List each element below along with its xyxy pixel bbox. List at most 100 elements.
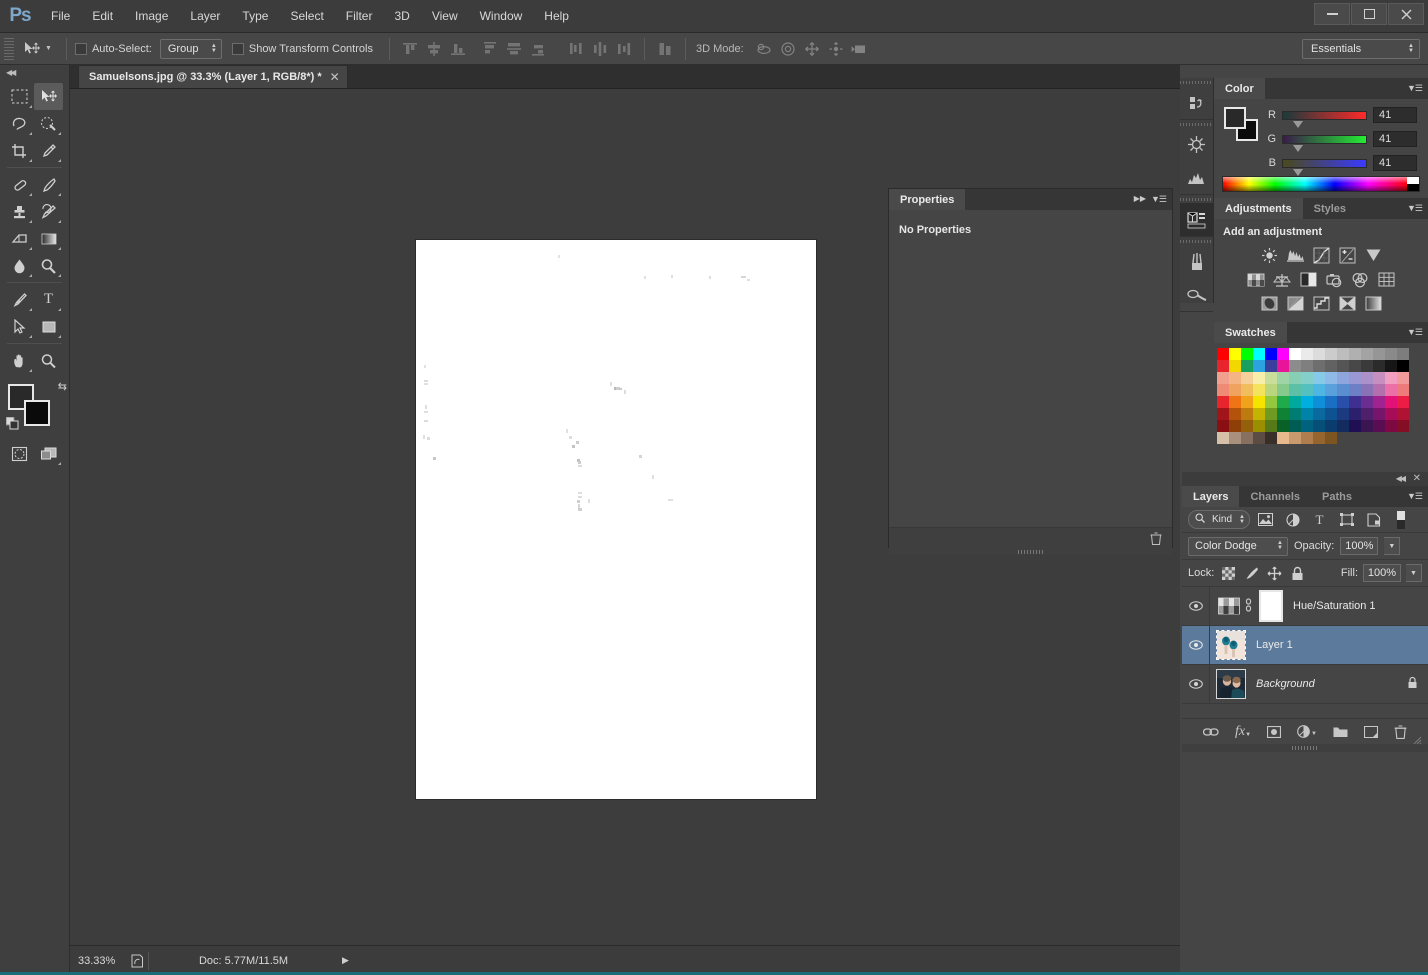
zoom-tool[interactable] [34,347,63,374]
swatch-102[interactable] [1289,420,1301,432]
swatch-89[interactable] [1325,408,1337,420]
swatch-73[interactable] [1325,396,1337,408]
swatch-29[interactable] [1373,360,1385,372]
history-brush-tool[interactable] [34,198,63,225]
swatch-51[interactable] [1253,384,1265,396]
swatch-114[interactable] [1241,432,1253,444]
3d-panel-icon[interactable] [1180,128,1213,161]
color-lookup-icon[interactable] [1375,269,1398,290]
vibrance-icon[interactable] [1362,245,1385,266]
align-horizontal-centers-icon[interactable] [502,38,526,60]
status-expand-arrow-icon[interactable]: ▶ [338,955,349,966]
swatch-70[interactable] [1289,396,1301,408]
mask-link-icon[interactable] [1244,597,1253,615]
swatch-58[interactable] [1337,384,1349,396]
distribute-top-edges-icon[interactable] [564,38,588,60]
layer-name[interactable]: Hue/Saturation 1 [1293,600,1376,612]
swatch-95[interactable] [1397,408,1409,420]
collapse-panels-icon[interactable]: ◀◀ [1396,474,1406,483]
swatch-57[interactable] [1325,384,1337,396]
3d-camera-icon[interactable] [848,38,872,60]
swatch-75[interactable] [1349,396,1361,408]
distribute-vertical-centers-icon[interactable] [588,38,612,60]
swatch-34[interactable] [1241,372,1253,384]
lasso-tool[interactable] [5,110,34,137]
tab-channels[interactable]: Channels [1239,486,1311,507]
levels-icon[interactable] [1284,245,1307,266]
align-top-edges-icon[interactable] [398,38,422,60]
swatch-67[interactable] [1253,396,1265,408]
swatch-99[interactable] [1253,420,1265,432]
swatch-80[interactable] [1217,408,1229,420]
swatch-86[interactable] [1289,408,1301,420]
fill-value[interactable]: 100% [1363,564,1401,582]
swatch-65[interactable] [1229,396,1241,408]
swatch-100[interactable] [1265,420,1277,432]
swatch-62[interactable] [1385,384,1397,396]
tab-color[interactable]: Color [1214,78,1265,99]
layer-thumbnail[interactable] [1216,669,1246,699]
swatch-109[interactable] [1373,420,1385,432]
layer-visibility-toggle[interactable] [1182,586,1210,626]
swatch-72[interactable] [1313,396,1325,408]
lock-position-icon[interactable] [1265,564,1283,582]
swatch-12[interactable] [1361,348,1373,360]
move-tool-icon[interactable] [19,38,45,60]
swatch-121[interactable] [1325,432,1337,444]
swatch-28[interactable] [1361,360,1373,372]
swatch-76[interactable] [1361,396,1373,408]
swatch-94[interactable] [1385,408,1397,420]
swatch-21[interactable] [1277,360,1289,372]
layer-visibility-toggle[interactable] [1182,664,1210,704]
swatch-54[interactable] [1289,384,1301,396]
swatch-118[interactable] [1289,432,1301,444]
resize-grip-icon[interactable] [1413,736,1422,748]
layer-mask-thumbnail[interactable] [1259,590,1283,622]
histogram-panel-icon[interactable] [1180,161,1213,194]
layer-thumbnail[interactable] [1216,630,1246,660]
color-spectrum-ramp[interactable] [1222,176,1420,192]
quick-selection-tool[interactable] [34,110,63,137]
image-canvas[interactable] [416,240,816,799]
swatch-110[interactable] [1385,420,1397,432]
swatch-30[interactable] [1385,360,1397,372]
new-group-icon[interactable] [1333,726,1348,738]
swatch-11[interactable] [1349,348,1361,360]
properties-resize-grip[interactable] [889,548,1172,555]
tab-properties[interactable]: Properties [889,189,966,210]
swatch-20[interactable] [1265,360,1277,372]
swatch-88[interactable] [1313,408,1325,420]
swatch-98[interactable] [1241,420,1253,432]
menu-file[interactable]: File [40,0,81,33]
swatch-6[interactable] [1289,348,1301,360]
add-layer-mask-icon[interactable] [1267,725,1282,738]
exposure-icon[interactable] [1336,245,1359,266]
swatch-74[interactable] [1337,396,1349,408]
collapse-tools-icon[interactable]: ◀◀ [6,68,16,77]
swatch-3[interactable] [1253,348,1265,360]
filter-smart-objects-icon[interactable] [1362,510,1385,530]
black-white-icon[interactable] [1297,269,1320,290]
filter-type-layers-icon[interactable]: T [1308,510,1331,530]
swatch-10[interactable] [1337,348,1349,360]
3d-orbit-icon[interactable] [752,38,776,60]
rail-grip-2[interactable] [1180,120,1213,128]
minimize-button[interactable] [1314,3,1350,25]
rail-grip-3[interactable] [1180,195,1213,203]
panel-menu-icon[interactable]: ▼☰ [1151,194,1167,205]
crop-tool[interactable] [5,137,34,164]
lock-image-pixels-icon[interactable] [1242,564,1260,582]
swatch-5[interactable] [1277,348,1289,360]
swatches-grid[interactable] [1217,348,1428,444]
swatch-97[interactable] [1229,420,1241,432]
swatch-41[interactable] [1325,372,1337,384]
swap-colors-icon[interactable]: ⇆ [58,380,67,393]
swatch-23[interactable] [1301,360,1313,372]
swatch-44[interactable] [1361,372,1373,384]
swatch-93[interactable] [1373,408,1385,420]
workspace-select[interactable]: Essentials ▲ ▼ [1302,39,1420,59]
panel-menu-icon[interactable]: ▼☰ [1407,83,1423,94]
color-foreground-swatch[interactable] [1224,107,1246,129]
swatch-115[interactable] [1253,432,1265,444]
gradient-map-icon[interactable] [1336,293,1359,314]
